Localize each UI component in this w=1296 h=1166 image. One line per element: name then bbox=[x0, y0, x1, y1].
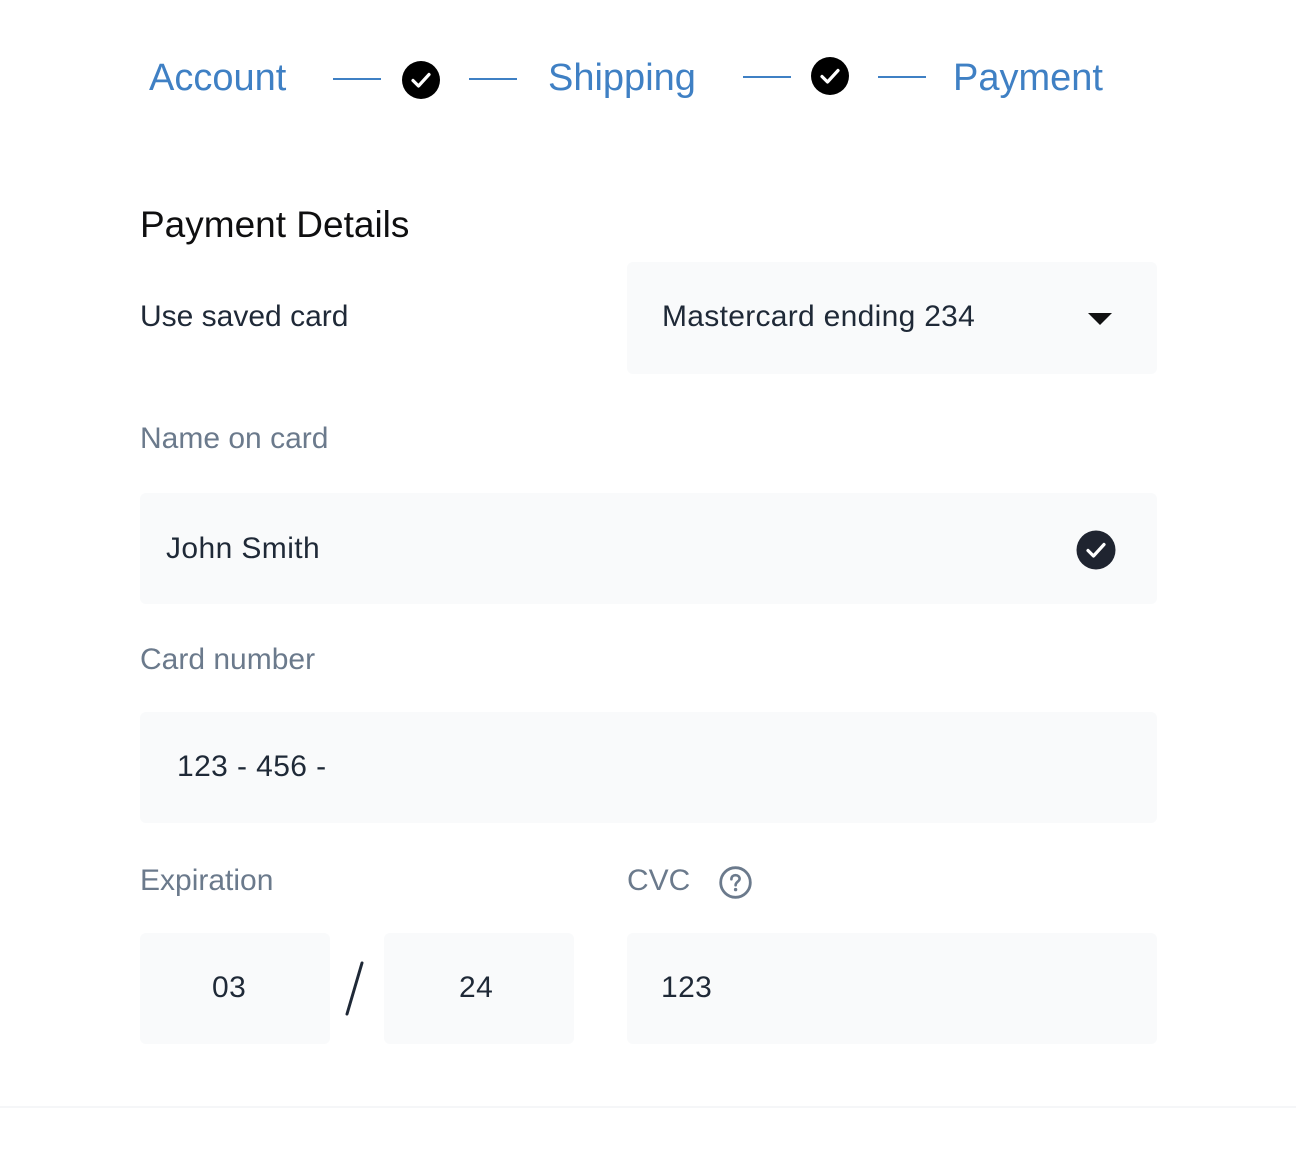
card-number-label: Card number bbox=[140, 643, 316, 676]
page-title: Payment Details bbox=[140, 204, 410, 245]
name-on-card-label: Name on card bbox=[140, 422, 329, 455]
check-circle-icon bbox=[811, 57, 849, 95]
step-connector bbox=[878, 76, 926, 78]
caret-down-icon bbox=[1088, 313, 1112, 325]
checkout-stepper: Account Shipping Payment bbox=[0, 52, 1296, 108]
cvc-value: 123 bbox=[661, 971, 713, 1004]
name-on-card-value: John Smith bbox=[166, 532, 321, 565]
step-account[interactable]: Account bbox=[149, 52, 286, 104]
expiration-label: Expiration bbox=[140, 864, 274, 897]
step-connector bbox=[333, 78, 381, 80]
name-on-card-input[interactable]: John Smith bbox=[140, 493, 1157, 604]
saved-card-select[interactable]: Mastercard ending 234 bbox=[627, 262, 1157, 374]
card-number-value: 123 - 456 - bbox=[177, 750, 327, 783]
cvc-input[interactable]: 123 bbox=[627, 933, 1157, 1044]
expiration-year-input[interactable]: 24 bbox=[384, 933, 574, 1044]
question-circle-icon[interactable] bbox=[719, 866, 752, 899]
step-payment[interactable]: Payment bbox=[953, 52, 1103, 104]
expiration-month-input[interactable]: 03 bbox=[140, 933, 330, 1044]
check-circle-icon bbox=[1076, 530, 1116, 570]
divider bbox=[0, 1106, 1296, 1108]
expiration-month-value: 03 bbox=[212, 971, 247, 1004]
step-shipping[interactable]: Shipping bbox=[548, 52, 696, 104]
check-circle-icon bbox=[402, 61, 440, 99]
date-separator bbox=[345, 961, 364, 1016]
step-connector bbox=[469, 78, 517, 80]
cvc-label: CVC bbox=[627, 864, 691, 897]
saved-card-value: Mastercard ending 234 bbox=[662, 300, 976, 333]
card-number-input[interactable]: 123 - 456 - bbox=[140, 712, 1157, 823]
step-connector bbox=[743, 76, 791, 78]
expiration-year-value: 24 bbox=[459, 971, 494, 1004]
saved-card-label: Use saved card bbox=[140, 300, 349, 333]
